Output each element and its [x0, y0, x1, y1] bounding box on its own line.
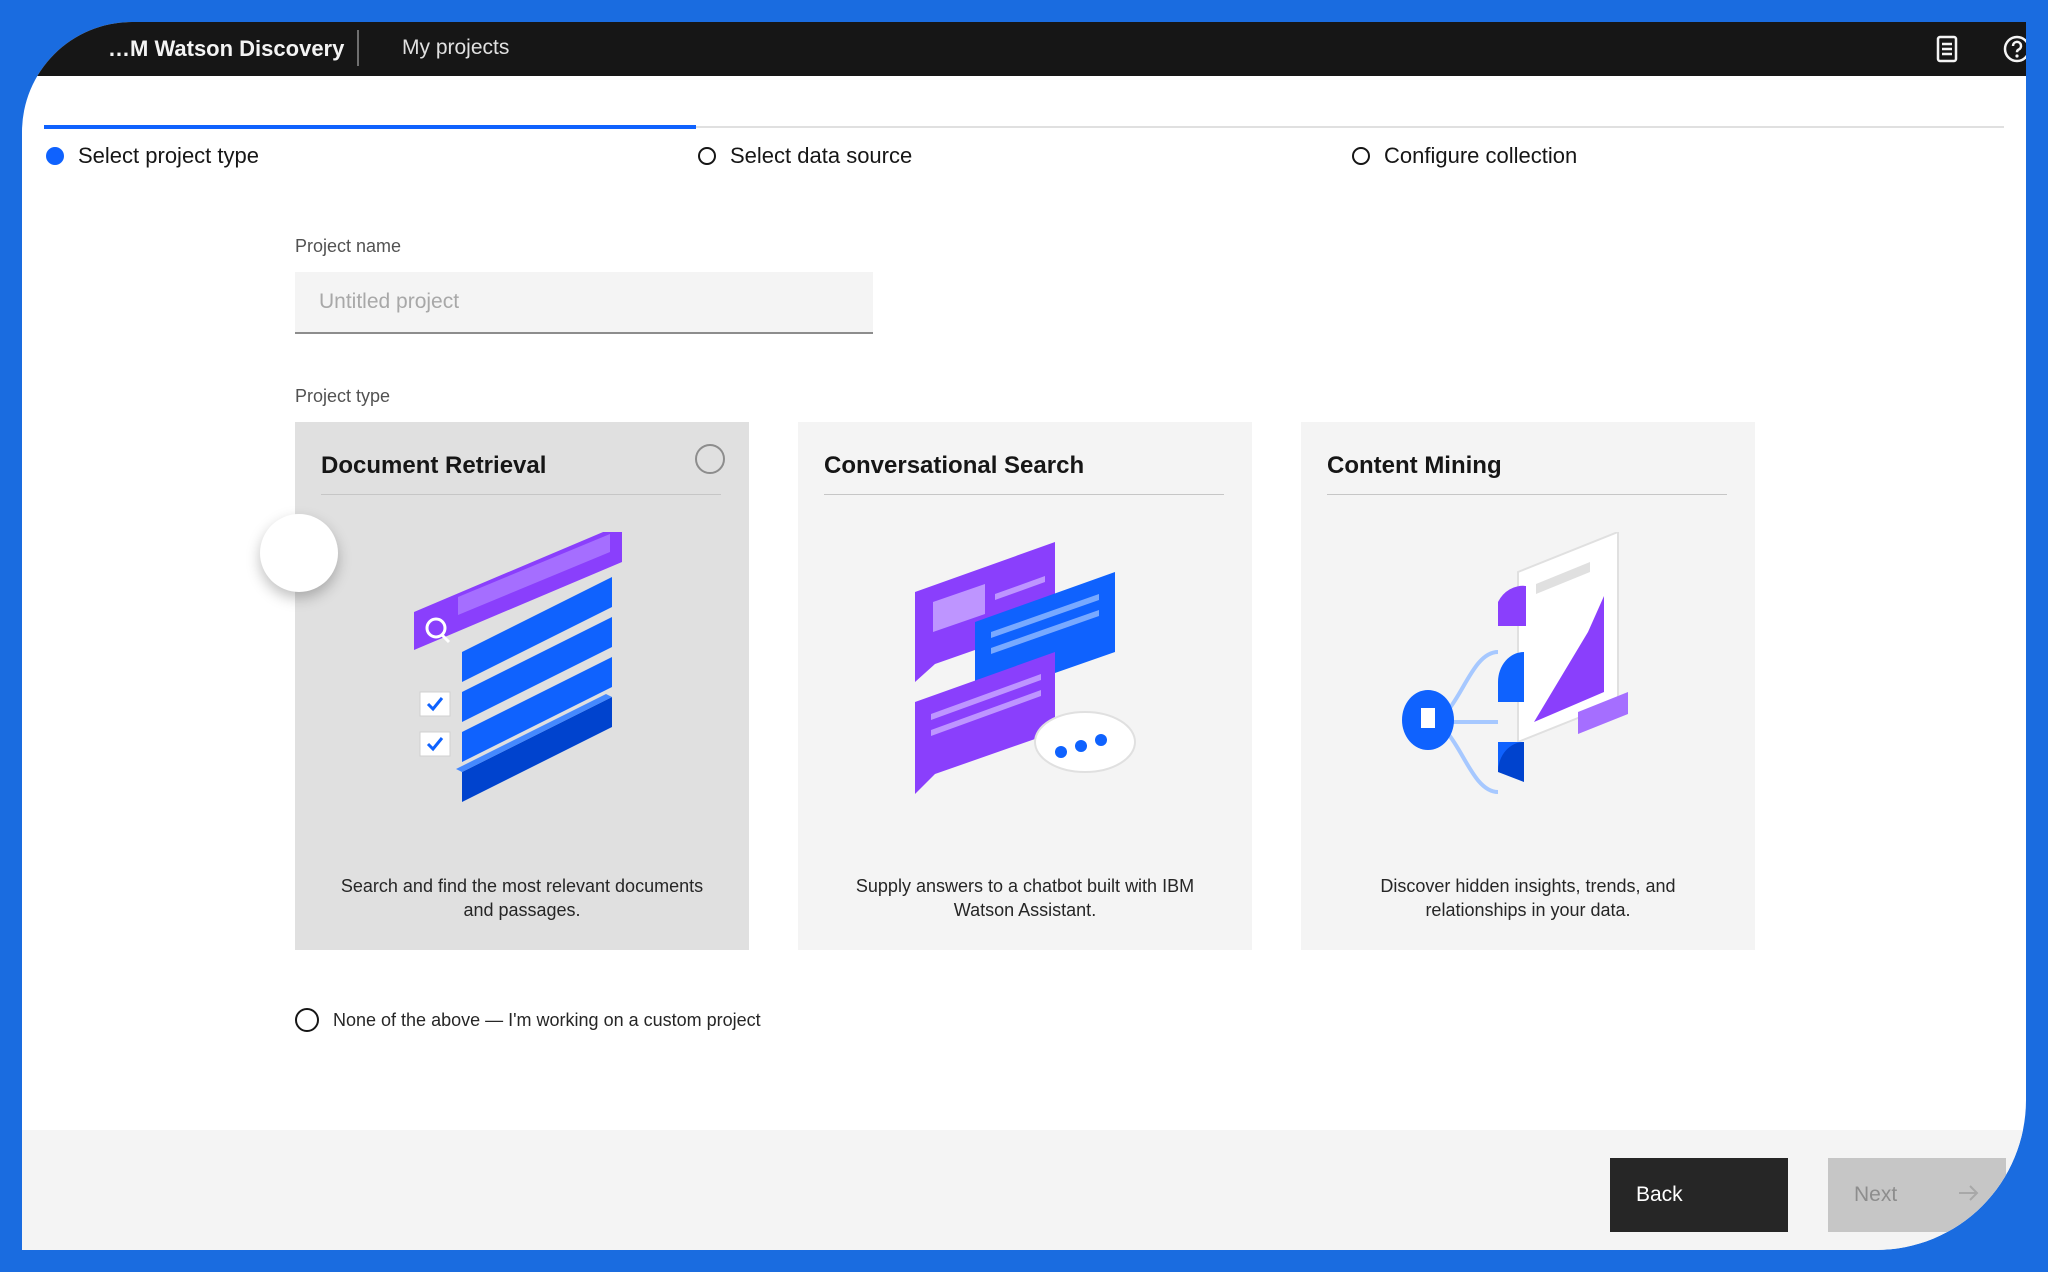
product-name[interactable]: …M Watson Discovery	[108, 36, 344, 62]
nav-my-projects[interactable]: My projects	[402, 36, 509, 60]
back-button-label: Back	[1636, 1183, 1683, 1206]
card-divider	[824, 494, 1224, 495]
document-retrieval-illustration	[414, 532, 622, 802]
top-nav-bar: …M Watson Discovery My projects	[22, 22, 2026, 76]
project-name-label: Project name	[295, 236, 402, 256]
project-type-label: Project type	[295, 386, 391, 406]
card-description: Supply answers to a chatbot built with I…	[855, 876, 1195, 920]
app-window: …M Watson Discovery My projects Select p…	[22, 22, 2026, 1250]
card-radio-button[interactable]	[695, 444, 725, 474]
project-type-card-document-retrieval[interactable]: Document Retrieval Search and find the m…	[295, 422, 749, 950]
next-button[interactable]: Next	[1828, 1158, 2006, 1232]
card-divider	[1327, 494, 1727, 495]
project-type-card-content-mining[interactable]: Content Mining Discover hidden insights,…	[1301, 422, 1755, 950]
card-description: Discover hidden insights, trends, and re…	[1380, 876, 1676, 920]
back-button[interactable]: Back	[1610, 1158, 1788, 1232]
help-icon[interactable]	[2000, 32, 2026, 66]
card-description: Search and find the most relevant docume…	[340, 876, 704, 920]
header-divider	[357, 30, 359, 66]
custom-project-label: None of the above — I'm working on a cus…	[333, 1009, 761, 1030]
step-label: Configure collection	[1384, 143, 1578, 168]
touch-cursor-indicator	[260, 514, 338, 592]
custom-project-option[interactable]: None of the above — I'm working on a cus…	[295, 1008, 761, 1032]
arrow-right-icon	[1958, 1183, 1980, 1207]
card-title: Document Retrieval	[321, 452, 547, 479]
card-title: Content Mining	[1327, 452, 1502, 479]
step-configure-collection[interactable]: Configure collection	[1352, 143, 1577, 169]
step-label: Select project type	[78, 143, 259, 168]
step-select-data-source[interactable]: Select data source	[698, 143, 912, 169]
card-title: Conversational Search	[824, 452, 1085, 479]
incomplete-step-icon	[1352, 147, 1370, 165]
custom-project-radio[interactable]	[295, 1008, 319, 1032]
next-button-label: Next	[1854, 1183, 1898, 1206]
incomplete-step-icon	[698, 147, 716, 165]
progress-active-segment	[44, 125, 696, 129]
step-label: Select data source	[730, 143, 913, 168]
project-type-card-conversational-search[interactable]: Conversational Search Supply answers to …	[798, 422, 1252, 950]
project-name-input[interactable]	[295, 272, 873, 334]
card-divider	[321, 494, 721, 495]
step-select-project-type[interactable]: Select project type	[46, 143, 259, 169]
content-mining-illustration	[1402, 532, 1628, 794]
conversational-search-illustration	[915, 542, 1136, 794]
notes-icon[interactable]	[1930, 32, 1964, 66]
current-step-icon	[46, 147, 64, 165]
